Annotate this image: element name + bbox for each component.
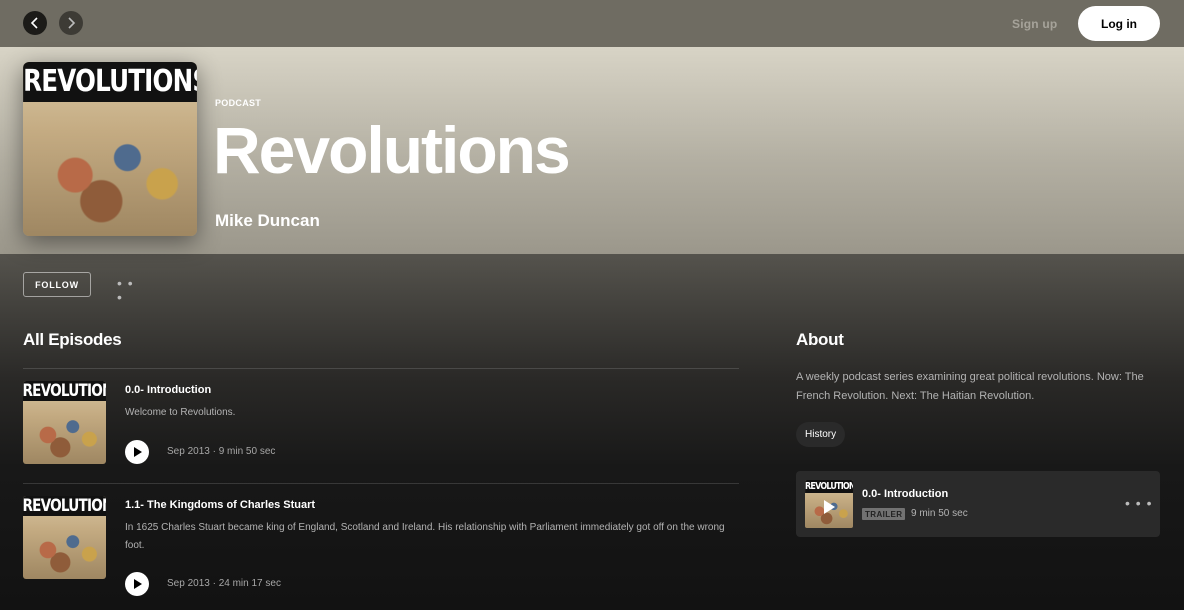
play-button[interactable]: [125, 440, 149, 464]
top-bar: Sign up Log in: [0, 0, 1184, 47]
episode-description: Welcome to Revolutions.: [125, 407, 236, 418]
cover-logo-text: REVOLUTIONS: [23, 496, 106, 516]
episode-meta: Sep 2013 · 24 min 17 sec: [167, 578, 281, 589]
page-title: Revolutions: [213, 113, 571, 187]
divider: [23, 483, 739, 484]
trailer-card[interactable]: REVOLUTIONS 0.0- Introduction TRAILER 9 …: [796, 471, 1160, 537]
episode-title[interactable]: 0.0- Introduction: [125, 384, 211, 396]
play-icon[interactable]: [820, 498, 838, 516]
back-button[interactable]: [23, 11, 47, 35]
episode-meta: Sep 2013 · 9 min 50 sec: [167, 446, 276, 457]
cover-logo-text: REVOLUTIONS: [805, 480, 853, 493]
trailer-thumbnail: REVOLUTIONS: [805, 480, 853, 528]
cover-logo-text: REVOLUTIONS: [23, 381, 106, 401]
episode-title[interactable]: 1.1- The Kingdoms of Charles Stuart: [125, 499, 315, 511]
about-description: A weekly podcast series examining great …: [796, 371, 1144, 402]
play-icon: [134, 579, 142, 589]
signup-link[interactable]: Sign up: [1012, 17, 1057, 31]
follow-button[interactable]: FOLLOW: [23, 272, 91, 297]
about-heading: About: [796, 330, 844, 349]
content-background: [0, 254, 1184, 610]
category-tag[interactable]: History: [796, 422, 846, 447]
more-options-icon[interactable]: • • •: [117, 276, 137, 304]
forward-button[interactable]: [59, 11, 83, 35]
trailer-badge: TRAILER: [862, 508, 906, 520]
podcast-cover-image: REVOLUTIONS: [23, 62, 197, 236]
episode-thumbnail[interactable]: REVOLUTIONS: [23, 496, 106, 579]
more-options-icon[interactable]: • • •: [1125, 495, 1152, 511]
login-button[interactable]: Log in: [1078, 6, 1160, 41]
chevron-right-icon: [68, 17, 76, 29]
all-episodes-heading: All Episodes: [23, 330, 122, 349]
podcast-type-label: PODCAST: [215, 98, 262, 108]
episode-description: In 1625 Charles Stuart became king of En…: [125, 522, 725, 551]
chevron-left-icon: [30, 17, 38, 29]
trailer-title[interactable]: 0.0- Introduction: [862, 488, 948, 500]
trailer-meta: 9 min 50 sec: [911, 508, 968, 519]
cover-logo-text: REVOLUTIONS: [23, 62, 197, 102]
divider: [23, 368, 739, 369]
play-button[interactable]: [125, 572, 149, 596]
podcast-author[interactable]: Mike Duncan: [215, 211, 320, 231]
play-icon: [134, 447, 142, 457]
episode-thumbnail[interactable]: REVOLUTIONS: [23, 381, 106, 464]
